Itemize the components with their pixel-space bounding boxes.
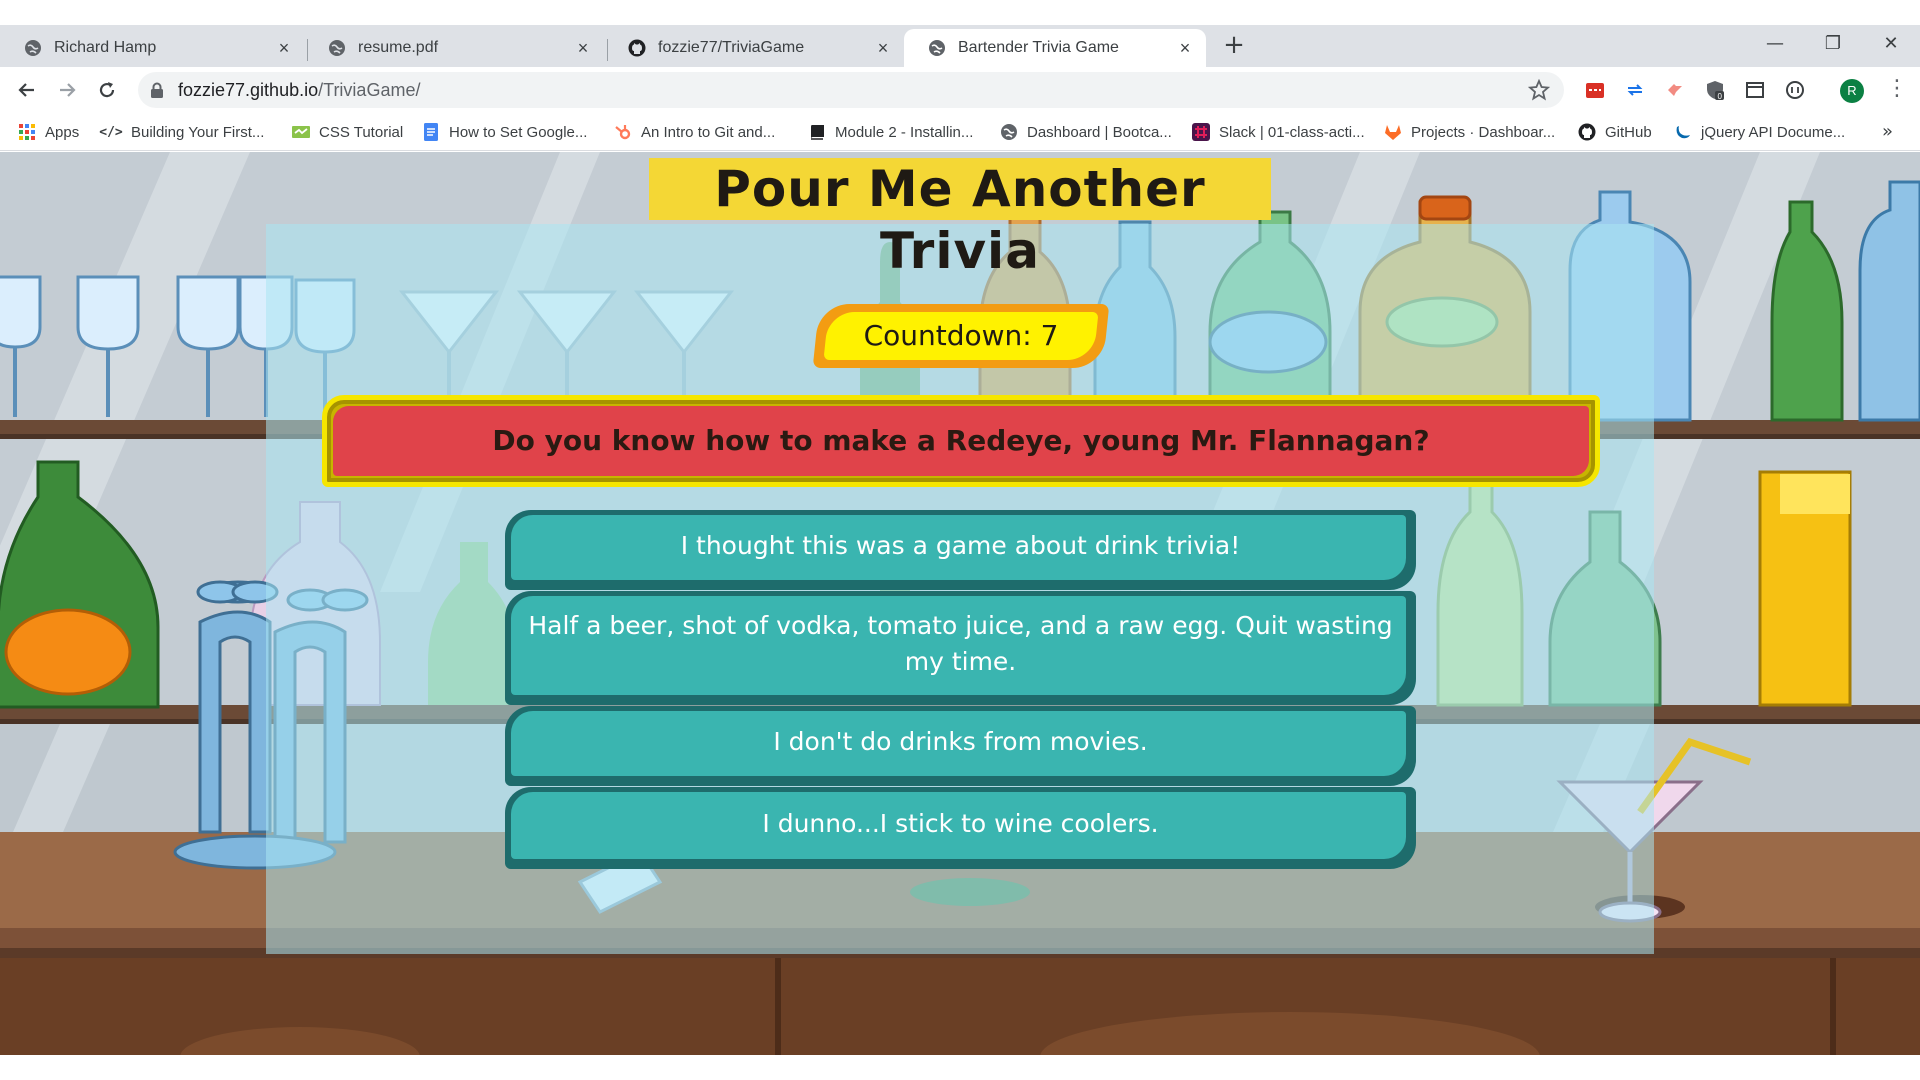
profile-avatar[interactable]: R [1840, 79, 1864, 103]
extension-arrows-icon[interactable] [1624, 79, 1646, 101]
apps-grid-icon [18, 123, 36, 141]
url-host: fozzie77.github.io [178, 80, 319, 100]
url-path: /TriviaGame/ [318, 80, 421, 100]
url-text: fozzie77.github.io/TriviaGame/ [178, 80, 420, 101]
bookmark-label: How to Set Google... [449, 123, 588, 141]
bookmark-label: Building Your First... [131, 123, 265, 141]
bookmark-apps[interactable]: Apps [18, 121, 79, 143]
bookmark-star-icon[interactable] [1528, 79, 1550, 101]
extension-red-icon[interactable] [1584, 79, 1606, 101]
bookmark-label: jQuery API Docume... [1701, 123, 1846, 141]
address-bar[interactable]: fozzie77.github.io/TriviaGame/ [138, 72, 1564, 108]
docs-icon [422, 123, 440, 141]
svg-text:0: 0 [1718, 92, 1723, 101]
lock-icon [151, 82, 163, 98]
bookmark-intro-to-git[interactable]: An Intro to Git and... [614, 121, 775, 143]
bookmark-label: Slack | 01-class-acti... [1219, 123, 1365, 141]
minimize-window-button[interactable]: — [1752, 29, 1798, 59]
tab-richard-hamp[interactable]: Richard Hamp × [0, 29, 305, 67]
reload-button[interactable] [92, 75, 122, 105]
close-tab-icon[interactable]: × [874, 39, 892, 57]
close-tab-icon[interactable]: × [1176, 39, 1194, 57]
hubspot-icon [614, 123, 632, 141]
tab-bartender-trivia-game[interactable]: Bartender Trivia Game × [904, 29, 1206, 67]
close-tab-icon[interactable]: × [275, 39, 293, 57]
close-tab-icon[interactable]: × [574, 39, 592, 57]
bookmark-jquery-api[interactable]: jQuery API Docume... [1674, 121, 1845, 143]
answer-button-2[interactable]: Half a beer, shot of vodka, tomato juice… [505, 591, 1416, 705]
extension-shield-icon[interactable]: 0 [1704, 79, 1726, 101]
bookmark-google-docs[interactable]: How to Set Google... [422, 121, 587, 143]
globe-icon [24, 39, 42, 57]
answer-button-4[interactable]: I dunno...I stick to wine coolers. [505, 787, 1416, 869]
back-button[interactable] [12, 75, 42, 105]
globe-icon [328, 39, 346, 57]
tab-title: Bartender Trivia Game [958, 39, 1119, 56]
answer-label: I thought this was a game about drink tr… [680, 531, 1241, 560]
bookmark-css-tutorial[interactable]: CSS Tutorial [292, 121, 403, 143]
browser-menu-icon[interactable]: ⋮ [1886, 77, 1908, 103]
countdown-label: Countdown: 7 [863, 319, 1059, 352]
more-bookmarks-icon[interactable]: » [1882, 121, 1893, 142]
answer-button-3[interactable]: I don't do drinks from movies. [505, 706, 1416, 786]
bookmark-label: Projects · Dashboar... [1411, 123, 1556, 141]
page-viewport: Pour Me Another Trivia Countdown: 7 Do y… [0, 152, 1920, 1055]
code-icon: </> [99, 124, 123, 140]
tab-github-triviagame[interactable]: fozzie77/TriviaGame × [604, 29, 904, 67]
tab-title: Richard Hamp [54, 39, 157, 56]
tab-title: resume.pdf [358, 39, 439, 56]
jquery-icon [1674, 123, 1692, 141]
globe-icon [1000, 123, 1018, 141]
extension-circle-icon[interactable] [1784, 79, 1806, 101]
github-icon [628, 39, 646, 57]
bookmark-github[interactable]: GitHub [1578, 121, 1652, 143]
bookmark-gitlab-projects[interactable]: Projects · Dashboar... [1384, 121, 1555, 143]
tab-resume-pdf[interactable]: resume.pdf × [304, 29, 604, 67]
slack-icon [1192, 123, 1210, 141]
book-icon [808, 123, 826, 141]
gitlab-icon [1384, 123, 1402, 141]
game-title: Pour Me Another Trivia [649, 158, 1271, 280]
bookmark-building-your-first[interactable]: </> Building Your First... [99, 121, 265, 143]
bookmark-label: GitHub [1605, 123, 1652, 141]
reload-icon [99, 82, 115, 98]
answer-label: I don't do drinks from movies. [773, 727, 1148, 756]
new-tab-button[interactable]: + [1218, 30, 1250, 62]
window-top-strip [0, 0, 1920, 25]
bookmark-label: Apps [45, 123, 80, 141]
answer-label: Half a beer, shot of vodka, tomato juice… [528, 611, 1393, 676]
browser-toolbar: fozzie77.github.io/TriviaGame/ 0 R ⋮ [0, 67, 1920, 113]
answer-label: I dunno...I stick to wine coolers. [762, 809, 1159, 838]
bookmark-label: CSS Tutorial [319, 123, 404, 141]
bookmark-dashboard-bootcamp[interactable]: Dashboard | Bootca... [1000, 121, 1172, 143]
globe-icon [928, 39, 946, 57]
arrow-right-icon [60, 83, 76, 97]
bookmark-slack[interactable]: Slack | 01-class-acti... [1192, 121, 1365, 143]
github-icon [1578, 123, 1596, 141]
bookmark-module-2[interactable]: Module 2 - Installin... [808, 121, 973, 143]
answer-button-1[interactable]: I thought this was a game about drink tr… [505, 510, 1416, 590]
arrow-left-icon [18, 83, 34, 97]
css-icon [292, 123, 310, 141]
page-bottom-margin [0, 1055, 1920, 1080]
bookmark-label: An Intro to Git and... [641, 123, 776, 141]
tab-title: fozzie77/TriviaGame [658, 39, 805, 56]
tab-bar: Richard Hamp × resume.pdf × fozzie77/Tri… [0, 25, 1920, 67]
extension-puzzle-icon[interactable] [1664, 79, 1686, 101]
forward-button[interactable] [52, 75, 82, 105]
question-text: Do you know how to make a Redeye, young … [492, 424, 1430, 457]
bookmarks-bar: Apps </> Building Your First... CSS Tuto… [0, 113, 1920, 151]
bookmark-label: Module 2 - Installin... [835, 123, 974, 141]
close-window-button[interactable]: ✕ [1868, 29, 1914, 59]
extension-screen-icon[interactable] [1744, 79, 1766, 101]
restore-window-button[interactable]: ❐ [1810, 29, 1856, 59]
bookmark-label: Dashboard | Bootca... [1027, 123, 1172, 141]
